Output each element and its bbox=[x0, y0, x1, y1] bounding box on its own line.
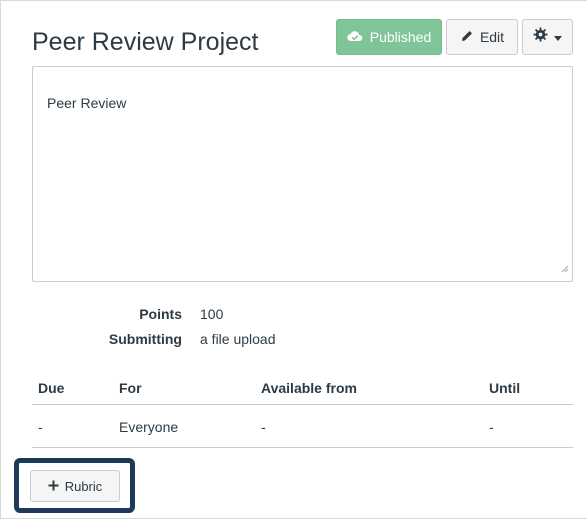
description-text: Peer Review bbox=[47, 95, 127, 111]
cell-until: - bbox=[489, 419, 494, 435]
published-label: Published bbox=[369, 29, 432, 45]
edit-label: Edit bbox=[479, 29, 505, 45]
cell-available-from: - bbox=[261, 419, 266, 435]
column-header-available-from: Available from bbox=[261, 380, 357, 396]
table-header-divider bbox=[32, 404, 573, 405]
submitting-label: Submitting bbox=[108, 331, 182, 347]
settings-menu-button[interactable] bbox=[522, 19, 573, 55]
table-bottom-divider bbox=[32, 447, 573, 448]
points-value: 100 bbox=[200, 306, 224, 322]
edit-button[interactable]: Edit bbox=[446, 19, 518, 55]
add-rubric-button[interactable]: Rubric bbox=[30, 470, 120, 502]
column-header-until: Until bbox=[489, 380, 521, 396]
cell-for: Everyone bbox=[119, 419, 179, 435]
column-header-for: For bbox=[119, 380, 142, 396]
points-label: Points bbox=[139, 306, 182, 322]
check-cloud-icon bbox=[346, 29, 363, 46]
plus-icon bbox=[48, 479, 59, 494]
cell-due: - bbox=[38, 419, 43, 435]
rubric-label: Rubric bbox=[64, 478, 103, 494]
published-button[interactable]: Published bbox=[336, 19, 442, 55]
pencil-icon bbox=[460, 29, 474, 46]
submitting-value: a file upload bbox=[200, 331, 276, 347]
column-header-due: Due bbox=[38, 380, 65, 396]
caret-down-icon bbox=[554, 28, 562, 46]
resize-grip-icon[interactable] bbox=[561, 260, 569, 278]
page-title: Peer Review Project bbox=[32, 28, 259, 56]
gear-icon bbox=[533, 27, 548, 47]
description-box[interactable]: Peer Review bbox=[32, 66, 573, 282]
